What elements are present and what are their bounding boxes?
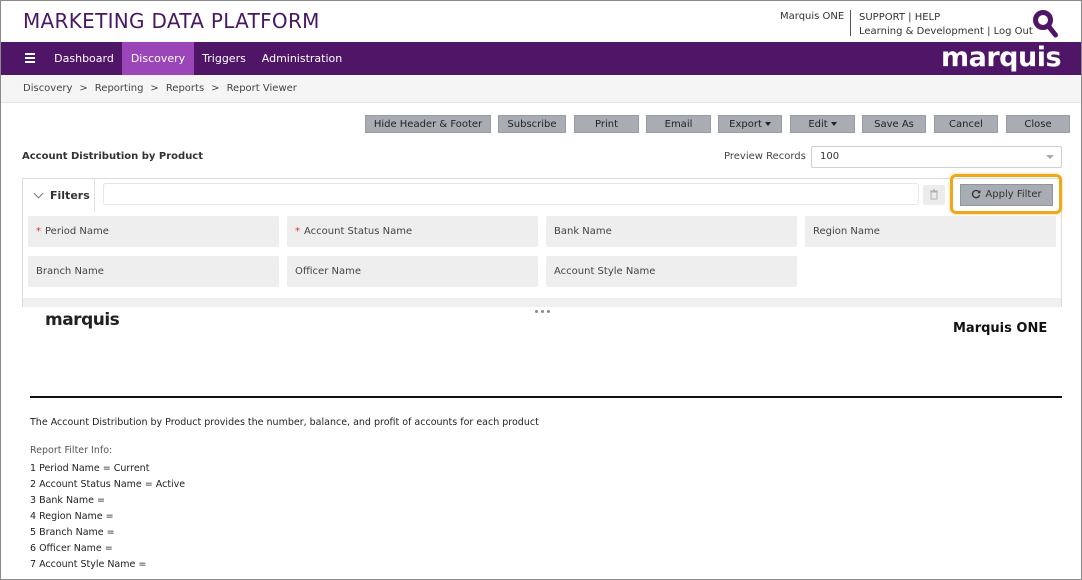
- chevron-down-icon: [1046, 155, 1054, 159]
- filters-panel: Filters Apply Filter * Period Name * Accou…: [22, 174, 1062, 313]
- report-title: Account Distribution by Product: [22, 151, 204, 162]
- hide-header-footer-button[interactable]: Hide Header & Footer: [365, 115, 491, 133]
- support-links: SUPPORT | HELP Learning & Development | …: [859, 11, 1033, 39]
- report-logo: marquis: [45, 310, 120, 330]
- filter-search-input[interactable]: [103, 183, 919, 205]
- refresh-icon: [972, 189, 981, 199]
- app-window: MARKETING DATA PLATFORM Marquis ONE SUPP…: [0, 0, 1082, 580]
- filter-period-name[interactable]: * Period Name: [28, 216, 279, 247]
- brand-logo: marquis: [941, 42, 1062, 73]
- filters-header: Filters Apply Filter: [23, 174, 1062, 214]
- breadcrumb-report-viewer: Report Viewer: [226, 83, 297, 94]
- filter-info-line: 4 Region Name =: [30, 511, 114, 522]
- user-name-link[interactable]: Marquis ONE: [780, 11, 844, 22]
- caret-down-icon: [830, 122, 837, 126]
- panel-resize-handle[interactable]: [23, 298, 1061, 313]
- email-button[interactable]: Email: [646, 115, 711, 133]
- filter-label: Region Name: [813, 226, 880, 237]
- breadcrumb: Discovery > Reporting > Reports > Report Viewe…: [1, 75, 1081, 103]
- required-marker: *: [295, 226, 300, 237]
- export-dropdown-button[interactable]: Export: [718, 115, 782, 133]
- report-divider: [30, 396, 1062, 398]
- filter-account-status-name[interactable]: * Account Status Name: [287, 216, 538, 247]
- filter-info-line: 3 Bank Name =: [30, 495, 105, 506]
- filter-bank-name[interactable]: Bank Name: [546, 216, 797, 247]
- edit-label: Edit: [808, 119, 828, 130]
- preview-records-label: Preview Records: [724, 151, 806, 162]
- breadcrumb-reports[interactable]: Reports: [166, 83, 204, 94]
- nav-dashboard[interactable]: Dashboard: [48, 42, 120, 75]
- filter-info-line: 5 Branch Name =: [30, 527, 115, 538]
- app-title: MARKETING DATA PLATFORM: [23, 9, 320, 33]
- link-separator: |: [987, 26, 991, 37]
- header-divider: [850, 10, 851, 36]
- breadcrumb-separator: >: [211, 83, 220, 94]
- main-nav: Dashboard Discovery Triggers Administrat…: [1, 42, 1081, 75]
- filter-label: Branch Name: [36, 266, 104, 277]
- breadcrumb-reporting[interactable]: Reporting: [95, 83, 144, 94]
- filters-toggle[interactable]: Filters: [23, 179, 95, 212]
- filter-info-title: Report Filter Info:: [30, 445, 113, 456]
- nav-discovery[interactable]: Discovery: [122, 42, 194, 75]
- filter-account-style-name[interactable]: Account Style Name: [546, 256, 797, 287]
- support-link[interactable]: SUPPORT: [859, 12, 905, 23]
- link-separator: |: [908, 12, 912, 23]
- nav-administration[interactable]: Administration: [259, 42, 345, 75]
- cancel-button[interactable]: Cancel: [934, 115, 998, 133]
- hamburger-menu-icon[interactable]: [25, 53, 35, 63]
- chevron-down-icon: [33, 188, 44, 199]
- export-label: Export: [729, 119, 762, 130]
- filters-label: Filters: [50, 189, 90, 202]
- edit-dropdown-button[interactable]: Edit: [790, 115, 855, 133]
- caret-down-icon: [764, 122, 771, 126]
- required-marker: *: [36, 226, 41, 237]
- clear-filters-button[interactable]: [923, 185, 945, 205]
- save-as-button[interactable]: Save As: [862, 115, 926, 133]
- trash-icon: [930, 189, 938, 200]
- filter-info-line: 2 Account Status Name = Active: [30, 479, 186, 490]
- nav-triggers[interactable]: Triggers: [194, 42, 254, 75]
- logout-link[interactable]: Log Out: [994, 26, 1033, 37]
- report-description: The Account Distribution by Product prov…: [30, 417, 539, 428]
- filter-label: Officer Name: [295, 266, 361, 277]
- breadcrumb-discovery[interactable]: Discovery: [23, 83, 72, 94]
- close-button[interactable]: Close: [1006, 115, 1070, 133]
- filter-info-line: 7 Account Style Name =: [30, 559, 147, 570]
- preview-records-select[interactable]: 100: [811, 146, 1062, 168]
- apply-filter-label: Apply Filter: [985, 189, 1042, 200]
- apply-filter-button[interactable]: Apply Filter: [960, 184, 1053, 206]
- preview-records-value: 100: [820, 151, 840, 162]
- filter-label: Bank Name: [554, 226, 612, 237]
- q-search-icon[interactable]: [1032, 9, 1058, 39]
- top-header: MARKETING DATA PLATFORM Marquis ONE SUPP…: [1, 1, 1081, 42]
- filter-region-name[interactable]: Region Name: [805, 216, 1056, 247]
- filter-officer-name[interactable]: Officer Name: [287, 256, 538, 287]
- filter-label: Account Status Name: [304, 226, 413, 237]
- filter-info-list: 1 Period Name = Current 2 Account Status…: [30, 461, 185, 573]
- filter-branch-name[interactable]: Branch Name: [28, 256, 279, 287]
- print-button[interactable]: Print: [574, 115, 639, 133]
- breadcrumb-separator: >: [79, 83, 88, 94]
- help-link[interactable]: HELP: [915, 12, 940, 23]
- filter-label: Account Style Name: [554, 266, 656, 277]
- filter-label: Period Name: [45, 226, 109, 237]
- report-org-name: Marquis ONE: [953, 321, 1048, 336]
- filter-info-line: 6 Officer Name =: [30, 543, 113, 554]
- subscribe-button[interactable]: Subscribe: [498, 115, 566, 133]
- learning-development-link[interactable]: Learning & Development: [859, 26, 984, 37]
- breadcrumb-separator: >: [150, 83, 159, 94]
- filter-info-line: 1 Period Name = Current: [30, 463, 150, 474]
